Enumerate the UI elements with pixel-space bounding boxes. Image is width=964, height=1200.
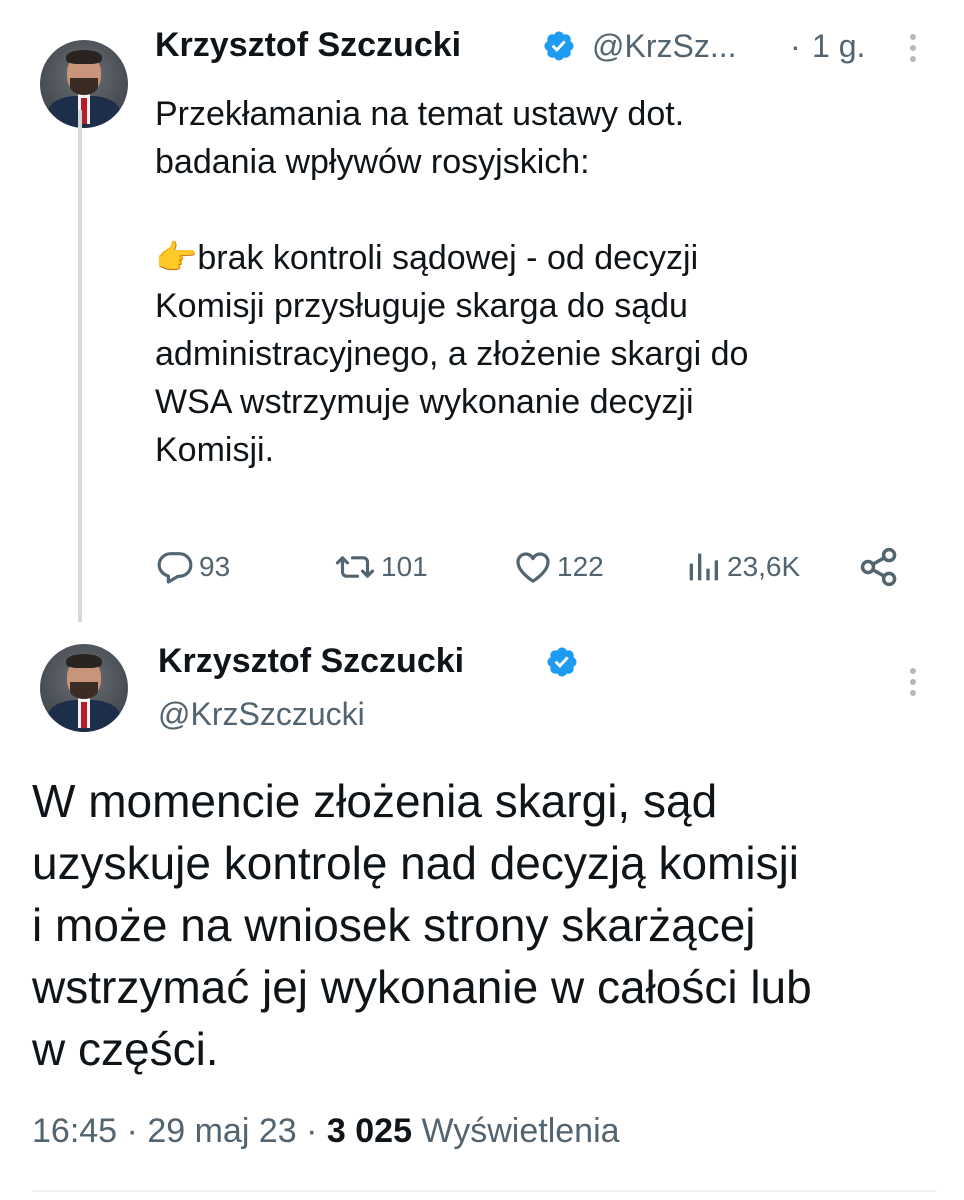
author-name[interactable]: Krzysztof Szczucki	[158, 642, 464, 681]
retweet-button[interactable]: 101	[333, 542, 428, 592]
views-chart-icon	[689, 553, 718, 581]
reply-icon	[157, 552, 193, 584]
meta-separator: ·	[790, 28, 801, 64]
like-button[interactable]: 122	[513, 542, 604, 592]
tweet-text-line: uzyskuje kontrolę nad decyzją komisji	[32, 837, 800, 889]
tweet-actions-bar: 93 101 122 23,6K	[155, 542, 915, 592]
more-vertical-icon[interactable]	[908, 668, 918, 701]
author-name[interactable]: Krzysztof Szczucki	[155, 26, 461, 65]
heart-icon	[516, 552, 550, 583]
tweet-time[interactable]: 1 g.	[812, 28, 865, 65]
retweet-count: 101	[381, 551, 428, 582]
views-button[interactable]: 23,6K	[683, 542, 800, 592]
tweet-text-line: w części.	[32, 1023, 219, 1075]
tweet-date[interactable]: 29 maj 23	[147, 1112, 296, 1150]
tweet-text-line: W momencie złożenia skargi, sąd	[32, 775, 718, 827]
share-button[interactable]	[857, 542, 905, 592]
share-icon	[860, 547, 897, 587]
reply-count: 93	[199, 551, 231, 582]
verified-badge-icon	[544, 31, 574, 61]
tweet-text-line: Komisji przysługuje skarga do sądu	[155, 287, 688, 325]
tweet-text-line: badania wpływów rosyjskich:	[155, 143, 590, 181]
reply-button[interactable]: 93	[155, 542, 230, 592]
tweet-text-line: Komisji.	[155, 431, 275, 469]
like-count: 122	[557, 551, 604, 582]
tweet-meta: 16:45 · 29 maj 23 · 3 025 Wyświetlenia	[32, 1112, 620, 1151]
tweet-text: W momencie złożenia skargi, sąd uzyskuje…	[32, 770, 937, 1080]
tweet-text-line: Przekłamania na temat ustawy dot.	[155, 95, 685, 133]
pointing-finger-emoji: 👉	[155, 239, 198, 277]
tweet-text-line: administracyjnego, a złożenie skargi do	[155, 335, 749, 373]
author-handle[interactable]: @KrzSzczucki	[158, 696, 365, 733]
retweet-icon	[335, 556, 375, 578]
tweet-text-line: brak kontroli sądowej - od decyzji	[197, 239, 699, 277]
tweet-text-line: WSA wstrzymuje wykonanie decyzji	[155, 383, 694, 421]
tweet-text-line: wstrzymać jej wykonanie w całości lub	[32, 961, 812, 1013]
divider	[32, 1190, 937, 1192]
thread-connector-line	[78, 110, 82, 622]
author-handle[interactable]: @KrzSz...	[592, 28, 737, 65]
tweet-text: Przekłamania na temat ustawy dot. badani…	[155, 90, 935, 474]
avatar[interactable]	[40, 40, 128, 128]
views-count: 23,6K	[727, 551, 801, 582]
meta-separator: ·	[126, 1112, 138, 1150]
verified-badge-icon	[547, 647, 577, 677]
avatar[interactable]	[40, 644, 128, 732]
views-total: 3 025	[326, 1112, 412, 1150]
more-vertical-icon[interactable]	[908, 34, 918, 67]
meta-separator: ·	[306, 1112, 318, 1150]
tweet-text-line: i może na wniosek strony skarżącej	[32, 899, 756, 951]
views-label: Wyświetlenia	[421, 1112, 620, 1150]
tweet-time[interactable]: 16:45	[32, 1112, 117, 1150]
